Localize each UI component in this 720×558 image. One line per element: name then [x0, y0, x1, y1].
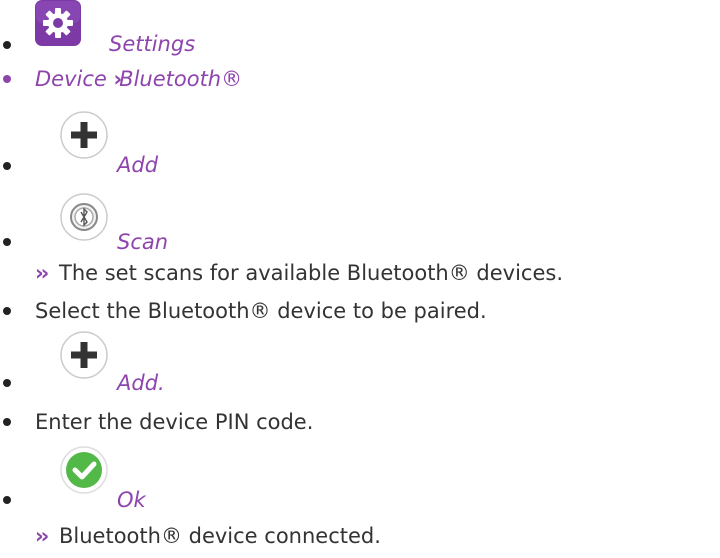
step-ok: Ok [0, 445, 720, 515]
ok-label: Ok [117, 488, 146, 512]
breadcrumb-bluetooth: Bluetooth® [119, 67, 243, 91]
step-device-bluetooth: Device ›Bluetooth® [0, 62, 720, 102]
breadcrumb: Device ›Bluetooth® [35, 66, 242, 92]
bullet [3, 75, 11, 83]
step-settings: Settings [0, 0, 720, 60]
bullet [3, 162, 11, 170]
bullet [3, 238, 11, 246]
result-text: The set scans for available Bluetooth® d… [59, 261, 564, 285]
bullet [3, 496, 11, 504]
add-label: Add [117, 153, 159, 177]
plus-icon[interactable] [59, 330, 109, 384]
bluetooth-scan-icon[interactable] [59, 192, 109, 246]
step-enter-pin: Enter the device PIN code. [0, 405, 720, 439]
connected-result-text: ›› Bluetooth® device connected. [35, 523, 381, 549]
bullet [3, 307, 11, 315]
result-arrow: ›› [35, 524, 49, 548]
enter-pin-text: Enter the device PIN code. [35, 410, 314, 434]
select-device-text: Select the Bluetooth® device to be paire… [35, 299, 487, 323]
add-label-2: Add. [117, 371, 165, 395]
step-select-device: Select the Bluetooth® device to be paire… [0, 293, 720, 327]
scan-label: Scan [117, 230, 169, 254]
bullet [3, 41, 11, 49]
settings-label: Settings [109, 32, 196, 56]
bullet [3, 418, 11, 426]
connected-result: ›› Bluetooth® device connected. [0, 518, 720, 554]
bullet [3, 379, 11, 387]
plus-icon[interactable] [59, 110, 109, 164]
check-icon[interactable] [59, 445, 109, 499]
step-scan: Scan [0, 192, 720, 254]
result-arrow: ›› [35, 261, 49, 285]
result-text: Bluetooth® device connected. [59, 524, 381, 548]
breadcrumb-device: Device [35, 67, 107, 91]
settings-icon[interactable] [35, 0, 81, 50]
step-add-2: Add. [0, 330, 720, 400]
step-add: Add [0, 108, 720, 184]
scan-result: ›› The set scans for available Bluetooth… [0, 257, 720, 291]
scan-result-text: ›› The set scans for available Bluetooth… [35, 260, 563, 286]
